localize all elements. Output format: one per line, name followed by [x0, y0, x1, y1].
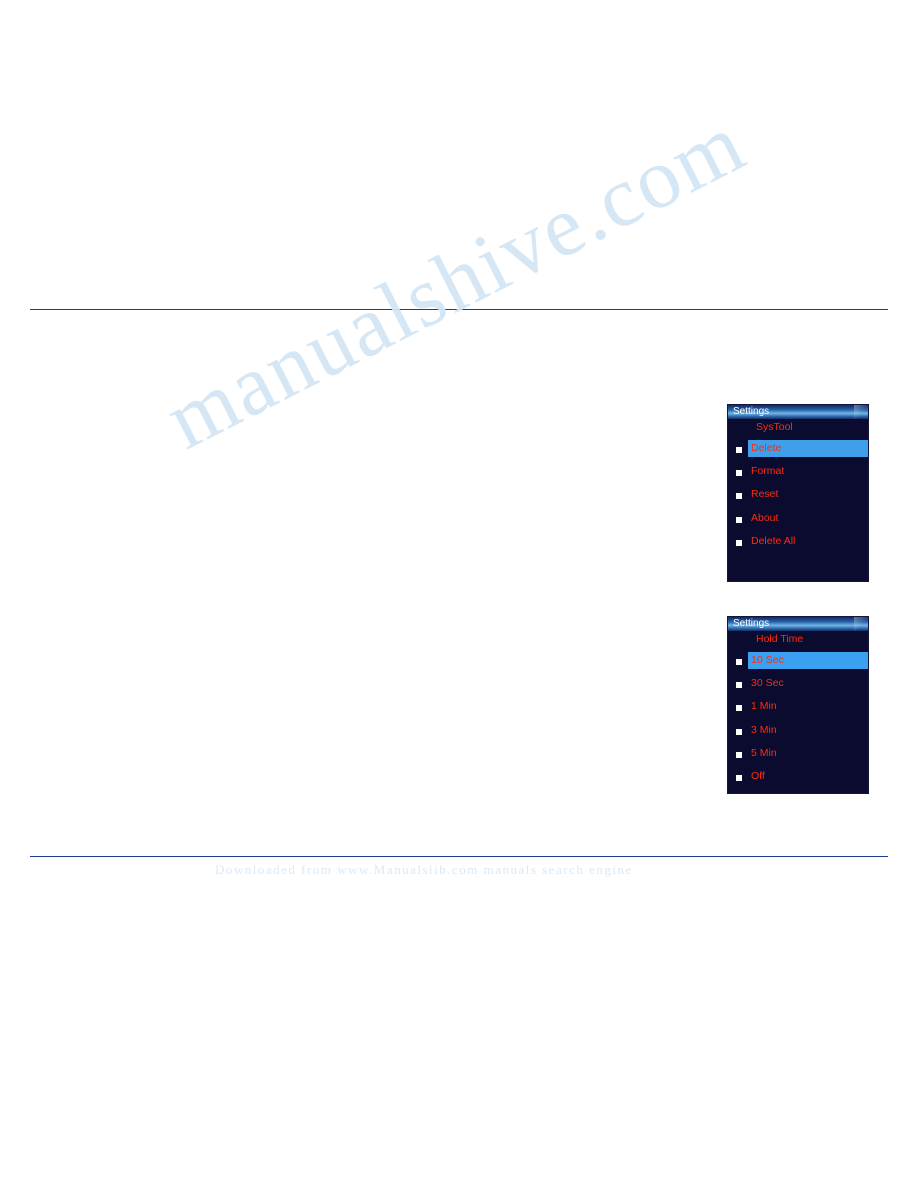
menu-item-format[interactable]: Format [728, 462, 868, 485]
title-bar-label: Settings [733, 406, 770, 417]
menu-list: Delete Format Reset About Delete All [728, 439, 868, 555]
device-screenshot-hold-time: Settings Hold Time 10 Sec 30 Sec 1 Min 3… [727, 616, 869, 794]
bullet-icon [736, 682, 742, 689]
menu-header: SysTool [728, 419, 868, 439]
watermark-footer-text: Downloaded from www.Manualslib.com manua… [215, 862, 633, 877]
title-bar: Settings [728, 617, 868, 631]
menu-item-1-min[interactable]: 1 Min [728, 697, 868, 720]
menu-item-label: Reset [751, 488, 779, 501]
menu-item-label: Format [751, 465, 785, 478]
bullet-icon [736, 516, 742, 523]
menu-item-label: 3 Min [751, 723, 777, 736]
bullet-icon [736, 774, 742, 781]
menu-item-label: Delete All [751, 534, 796, 547]
bullet-icon [736, 728, 742, 735]
menu-item-label: 30 Sec [751, 677, 784, 690]
title-bar-corner-glint [854, 617, 868, 631]
menu-item-30-sec[interactable]: 30 Sec [728, 674, 868, 697]
menu-item-delete[interactable]: Delete [728, 439, 868, 462]
title-bar-label: Settings [733, 618, 770, 629]
bullet-icon [736, 539, 742, 546]
device-screenshot-systool: Settings SysTool Delete Format Reset Abo… [727, 404, 869, 582]
menu-item-label: Off [751, 769, 765, 782]
menu-item-reset[interactable]: Reset [728, 485, 868, 508]
bullet-icon [736, 470, 742, 477]
title-bar: Settings [728, 405, 868, 419]
title-bar-corner-glint [854, 405, 868, 419]
menu-header-label: Hold Time [756, 633, 804, 645]
menu-header: Hold Time [728, 631, 868, 651]
menu-item-delete-all[interactable]: Delete All [728, 532, 868, 555]
footer-divider-rule [30, 856, 888, 857]
menu-item-label: 5 Min [751, 746, 777, 759]
menu-header-label: SysTool [756, 421, 793, 433]
menu-item-label: About [751, 511, 779, 524]
menu-item-label: Delete [751, 442, 782, 454]
menu-item-3-min[interactable]: 3 Min [728, 721, 868, 744]
bullet-icon [736, 493, 742, 500]
bullet-icon [736, 447, 742, 453]
menu-list: 10 Sec 30 Sec 1 Min 3 Min 5 Min Off [728, 651, 868, 790]
bullet-icon [736, 751, 742, 758]
bullet-icon [736, 705, 742, 712]
menu-item-label: 10 Sec [751, 654, 784, 666]
bullet-icon [736, 659, 742, 665]
menu-item-5-min[interactable]: 5 Min [728, 744, 868, 767]
menu-item-10-sec[interactable]: 10 Sec [728, 651, 868, 674]
menu-item-about[interactable]: About [728, 509, 868, 532]
menu-item-label: 1 Min [751, 700, 777, 713]
header-divider-rule [30, 309, 888, 310]
watermark-text: manualshive.com [150, 93, 760, 468]
watermark-layer: manualshive.com Downloaded from www.Manu… [0, 0, 918, 1188]
menu-item-off[interactable]: Off [728, 767, 868, 790]
